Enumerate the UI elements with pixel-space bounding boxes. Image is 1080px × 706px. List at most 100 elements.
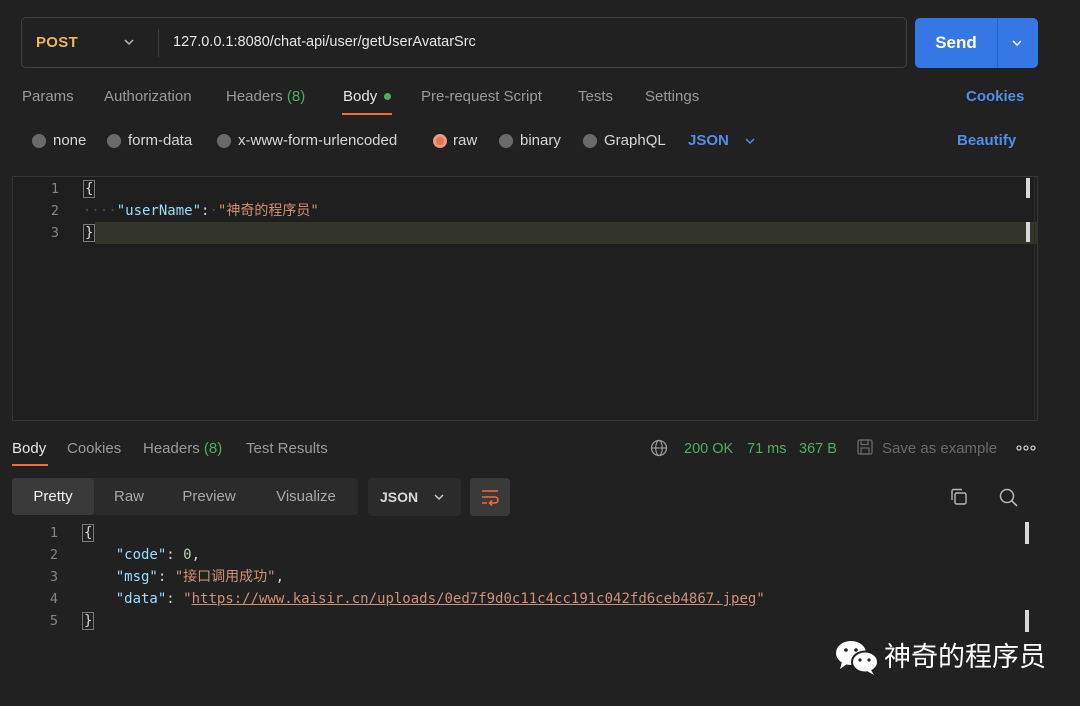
view-raw[interactable]: Raw [94, 478, 164, 515]
view-pretty[interactable]: Pretty [12, 478, 94, 515]
json-colon: : [166, 547, 184, 563]
view-visualize[interactable]: Visualize [254, 478, 358, 515]
view-preview[interactable]: Preview [164, 478, 254, 515]
tab-headers-label: Headers [226, 88, 283, 105]
chevron-down-icon [434, 494, 444, 501]
line-numbers: 1 2 3 4 5 [12, 522, 58, 632]
close-brace: } [82, 612, 95, 630]
save-icon [857, 439, 873, 455]
line-number: 3 [49, 569, 58, 585]
json-quote: " [756, 591, 765, 607]
line-number: 1 [50, 181, 59, 197]
send-divider [997, 18, 998, 68]
response-url-link[interactable]: https://www.kaisir.cn/uploads/0ed7f9d0c1… [192, 591, 757, 607]
code-line: } [82, 610, 765, 632]
json-number: 0 [183, 547, 192, 563]
send-button-label[interactable]: Send [915, 18, 997, 68]
chevron-down-icon[interactable] [743, 134, 757, 148]
radio-graphql[interactable] [583, 134, 597, 148]
json-comma: , [275, 569, 285, 585]
active-response-tab-underline [12, 464, 48, 466]
response-tab-headers-count: (8) [203, 440, 223, 457]
radio-raw-label[interactable]: raw [453, 130, 477, 152]
send-button[interactable]: Send [915, 18, 1038, 68]
scrollbar-marker[interactable] [1025, 522, 1029, 544]
response-tab-headers-label: Headers [143, 440, 200, 457]
beautify-button[interactable]: Beautify [957, 130, 1016, 152]
cookies-link[interactable]: Cookies [966, 86, 1024, 108]
body-format-select[interactable]: JSON [688, 130, 729, 152]
json-key: "msg" [115, 569, 158, 585]
close-brace: } [83, 224, 96, 242]
body-modified-indicator [384, 93, 391, 100]
tab-tests[interactable]: Tests [578, 86, 613, 108]
globe-icon[interactable] [650, 439, 668, 457]
response-time[interactable]: 71 ms [747, 438, 787, 460]
response-format-select[interactable]: JSON [368, 478, 461, 516]
chevron-down-icon[interactable] [1010, 36, 1024, 50]
json-colon: : [166, 591, 184, 607]
code-line: "data": "https://www.kaisir.cn/uploads/0… [82, 588, 765, 610]
line-number: 4 [49, 591, 58, 607]
response-tab-headers[interactable]: Headers (8) [143, 438, 222, 460]
scrollbar-marker[interactable] [1026, 178, 1030, 198]
code-line: { [83, 178, 319, 200]
json-comma: , [191, 547, 201, 563]
tab-body[interactable]: Body [343, 86, 377, 108]
tab-params[interactable]: Params [22, 86, 74, 108]
code-line: { [82, 522, 765, 544]
radio-none-label[interactable]: none [53, 130, 86, 152]
response-code-area[interactable]: { "code": 0, "msg": "接口调用成功", "data": "h… [82, 522, 765, 632]
chevron-down-icon[interactable] [122, 35, 136, 49]
response-body-viewer[interactable]: 1 2 3 4 5 { "code": 0, "msg": "接口调用成功", … [12, 522, 1038, 632]
url-input[interactable]: 127.0.0.1:8080/chat-api/user/getUserAvat… [173, 18, 476, 67]
radio-urlencoded[interactable] [217, 134, 231, 148]
url-divider [158, 29, 159, 57]
radio-form-data[interactable] [107, 134, 121, 148]
open-brace: { [82, 524, 95, 542]
code-area[interactable]: { ····"userName":·"神奇的程序员" } [83, 178, 319, 244]
json-colon: : [157, 569, 175, 585]
radio-none[interactable] [32, 134, 46, 148]
wechat-logo-icon [836, 641, 879, 675]
indent-guide: · [209, 203, 218, 219]
tab-headers[interactable]: Headers (8) [226, 86, 305, 108]
scrollbar-marker[interactable] [1025, 610, 1029, 632]
response-size[interactable]: 367 B [799, 438, 837, 460]
watermark-text: 神奇的程序员 [884, 642, 1046, 672]
more-horizontal-icon[interactable] [1016, 443, 1036, 453]
copy-icon[interactable] [949, 487, 969, 507]
tab-authorization[interactable]: Authorization [104, 86, 192, 108]
scrollbar-cursor-marker[interactable] [1026, 222, 1030, 242]
tab-headers-count: (8) [286, 88, 306, 105]
search-icon[interactable] [998, 487, 1019, 508]
radio-raw[interactable] [433, 134, 447, 148]
line-number: 2 [49, 547, 58, 563]
radio-binary[interactable] [499, 134, 513, 148]
save-as-example-button[interactable]: Save as example [882, 438, 997, 460]
response-view-segmented: Pretty Raw Preview Visualize [12, 478, 358, 515]
tab-prerequest-script[interactable]: Pre-request Script [421, 86, 542, 108]
json-quote: " [183, 591, 192, 607]
tab-settings[interactable]: Settings [645, 86, 699, 108]
radio-form-data-label[interactable]: form-data [128, 130, 192, 152]
status-code[interactable]: 200 OK [684, 438, 733, 460]
json-key: "code" [115, 547, 167, 563]
line-number: 5 [49, 613, 58, 629]
code-line: } [83, 222, 319, 244]
request-body-editor[interactable]: 1 2 3 { ····"userName":·"神奇的程序员" } [12, 176, 1038, 421]
radio-graphql-label[interactable]: GraphQL [604, 130, 666, 152]
method-select[interactable]: POST [36, 18, 78, 67]
json-value: "神奇的程序员" [217, 203, 319, 219]
editor-ruler [1034, 177, 1035, 420]
response-tab-body[interactable]: Body [12, 438, 46, 460]
json-value: "接口调用成功" [174, 569, 276, 585]
radio-urlencoded-label[interactable]: x-www-form-urlencoded [238, 130, 397, 152]
response-tab-test-results[interactable]: Test Results [246, 438, 328, 460]
response-format-label: JSON [380, 489, 419, 505]
radio-binary-label[interactable]: binary [520, 130, 561, 152]
active-tab-underline [342, 113, 392, 115]
word-wrap-button[interactable] [470, 478, 510, 516]
response-tab-cookies[interactable]: Cookies [67, 438, 121, 460]
line-numbers: 1 2 3 [13, 178, 59, 244]
